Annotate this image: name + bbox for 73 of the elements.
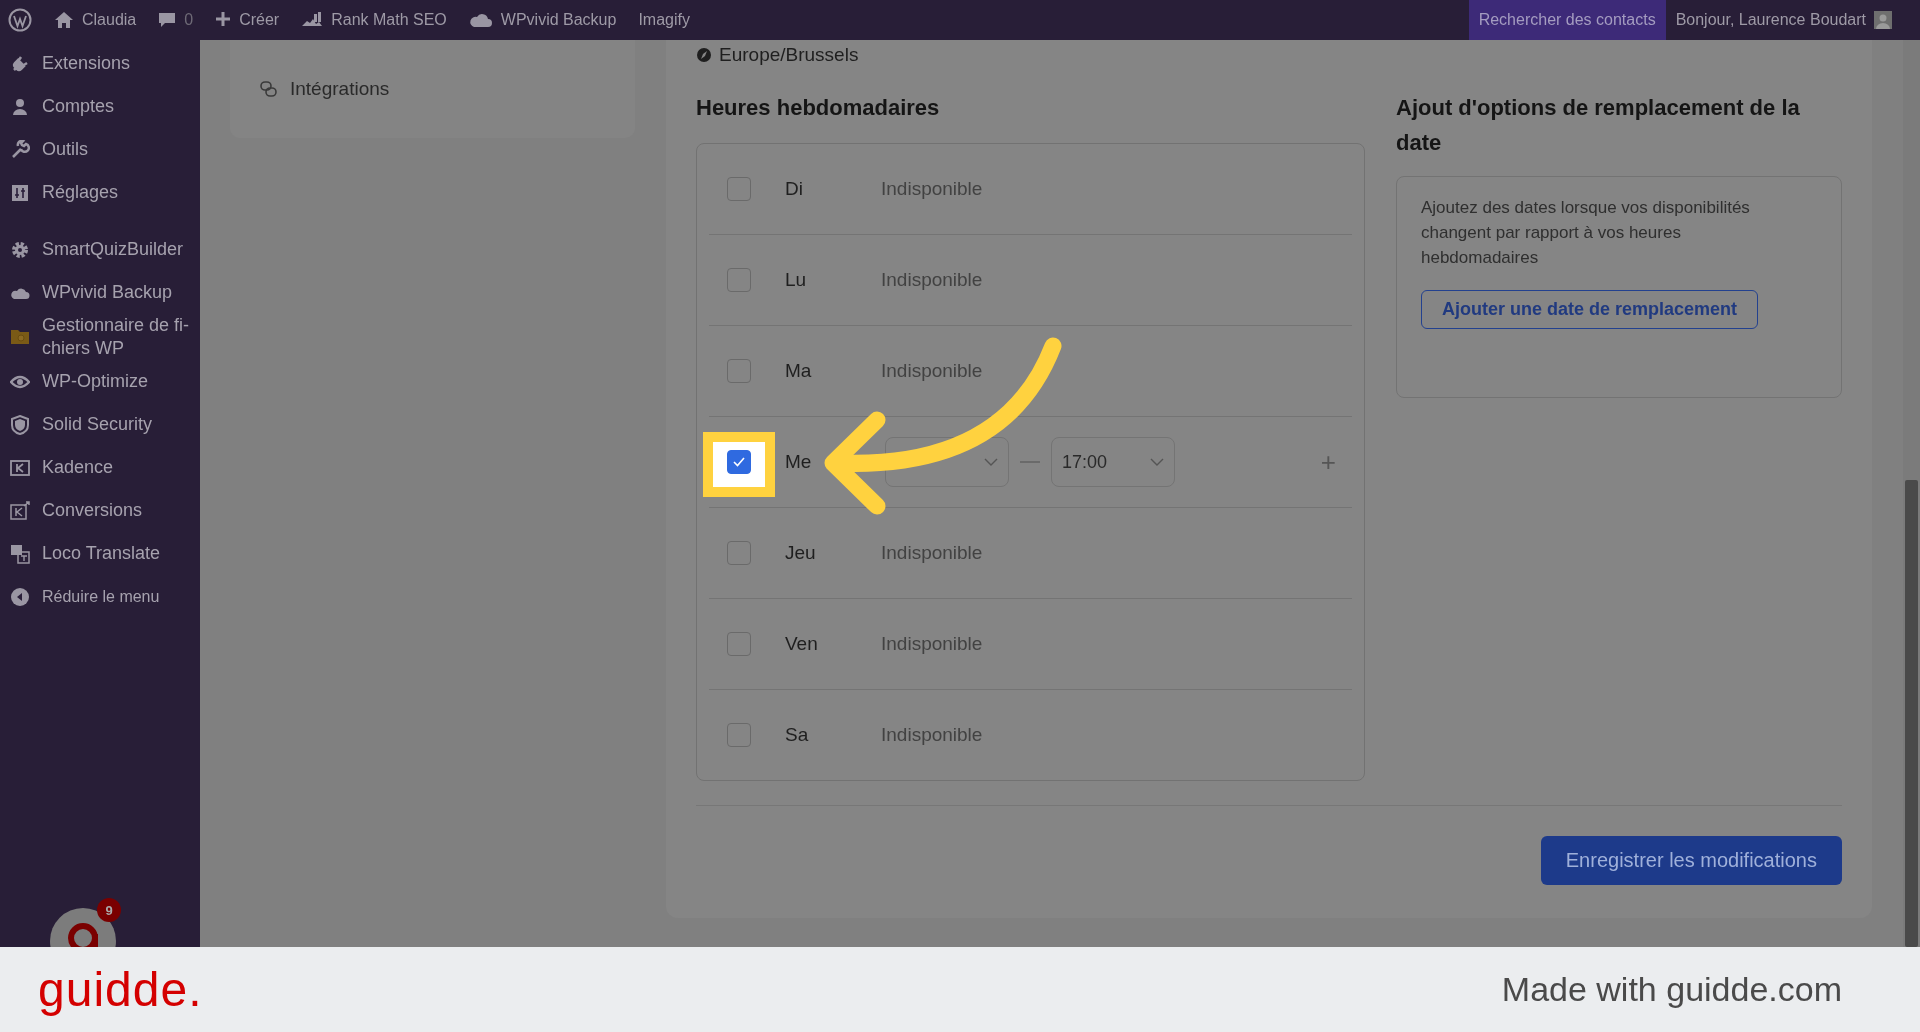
day-label: Sa <box>784 724 810 746</box>
gear-icon <box>10 239 30 260</box>
menu-item[interactable]: Gestionnaire de fi-chiers WP <box>0 314 200 360</box>
person-icon <box>10 96 30 117</box>
end-time-select[interactable]: 17:00 <box>1051 437 1175 487</box>
checkbox[interactable] <box>727 177 751 201</box>
menu-item[interactable]: Extensions <box>0 42 200 85</box>
avatar-icon <box>1874 11 1892 29</box>
day-label: Me <box>784 451 813 473</box>
overrides-description: Ajoutez des dates lorsque vos disponibilités changent par rapport à vos heures hebdomadaires <box>1421 197 1751 269</box>
scrollbar-thumb[interactable] <box>1905 480 1918 947</box>
checkbox[interactable] <box>727 541 751 565</box>
checkbox[interactable] <box>727 359 751 383</box>
collapse-menu-button[interactable]: Réduire le menu <box>0 575 200 618</box>
sliders-icon <box>10 182 30 203</box>
plus-icon <box>215 11 232 29</box>
home-icon <box>54 11 74 29</box>
globe-icon <box>696 47 712 63</box>
availability-status: Indisponible <box>881 542 983 564</box>
availability-status: Indisponible <box>881 269 983 291</box>
site-link[interactable]: Claudia <box>54 11 137 29</box>
wordpress-logo-icon <box>8 8 32 32</box>
day-label: Ven <box>784 633 819 655</box>
checkbox[interactable] <box>727 450 751 474</box>
folder-icon <box>10 327 30 347</box>
menu-item[interactable]: WPvivid Backup <box>0 271 200 314</box>
checkbox[interactable] <box>727 723 751 747</box>
timezone-label: Europe/Brussels <box>696 44 1842 66</box>
toolbar-link[interactable]: Rank Math SEO <box>301 11 447 29</box>
menu-item[interactable]: Outils <box>0 128 200 171</box>
toolbar-link[interactable]: Imagify <box>638 11 690 29</box>
chevron-down-icon <box>984 458 998 466</box>
menu-item[interactable]: Comptes <box>0 85 200 128</box>
save-button[interactable]: Enregistrer les modifications <box>1540 836 1842 885</box>
section-heading: Ajout d'options de remplacement de la date <box>1396 94 1801 157</box>
availability-status: Indisponible <box>881 360 983 382</box>
bar-chart-icon <box>301 11 324 29</box>
wrench-icon <box>10 139 30 160</box>
link-icon <box>260 80 278 98</box>
chevron-down-icon <box>1150 458 1164 466</box>
guidde-logo: guidde. <box>38 962 203 1017</box>
menu-item[interactable]: Loco Translate <box>0 532 200 575</box>
credit-text: Made with guidde.com <box>1501 970 1842 1009</box>
checkbox[interactable] <box>727 268 751 292</box>
menu-item[interactable]: Kadence <box>0 446 200 489</box>
start-time-select[interactable] <box>885 437 1009 487</box>
menu-item[interactable]: SmartQuizBuilder <box>0 228 200 271</box>
toolbar-link[interactable]: Créer <box>215 11 280 29</box>
day-label: Di <box>784 178 804 200</box>
translate-icon <box>10 543 30 564</box>
availability-status: Indisponible <box>881 633 983 655</box>
cloud-icon <box>468 11 493 29</box>
day-label: Jeu <box>784 542 817 564</box>
day-label: Lu <box>784 269 808 291</box>
toolbar-link[interactable]: WPvivid Backup <box>468 11 617 29</box>
day-label: Ma <box>784 360 813 382</box>
shield-icon <box>10 414 30 435</box>
framed-k-icon <box>10 500 30 521</box>
availability-status: Indisponible <box>881 724 983 746</box>
speech-bubble-icon <box>158 11 177 29</box>
menu-item[interactable]: WP-Optimize <box>0 360 200 403</box>
menu-item[interactable]: Réglages <box>0 171 200 214</box>
framed-k-icon <box>10 457 30 478</box>
availability-status: Indisponible <box>881 178 983 200</box>
checkbox[interactable] <box>727 632 751 656</box>
menu-item[interactable]: Conversions <box>0 489 200 532</box>
section-heading: Heures hebdomadaires <box>696 94 941 122</box>
search-contacts-link[interactable]: Rechercher des contacts <box>1468 0 1666 40</box>
notification-badge: 9 <box>97 898 121 922</box>
account-menu[interactable]: Bonjour, Laurence Boudart <box>1665 11 1920 29</box>
menu-item[interactable]: Solid Security <box>0 403 200 446</box>
check-icon <box>733 457 745 467</box>
nav-link[interactable]: Intégrations <box>260 78 390 100</box>
